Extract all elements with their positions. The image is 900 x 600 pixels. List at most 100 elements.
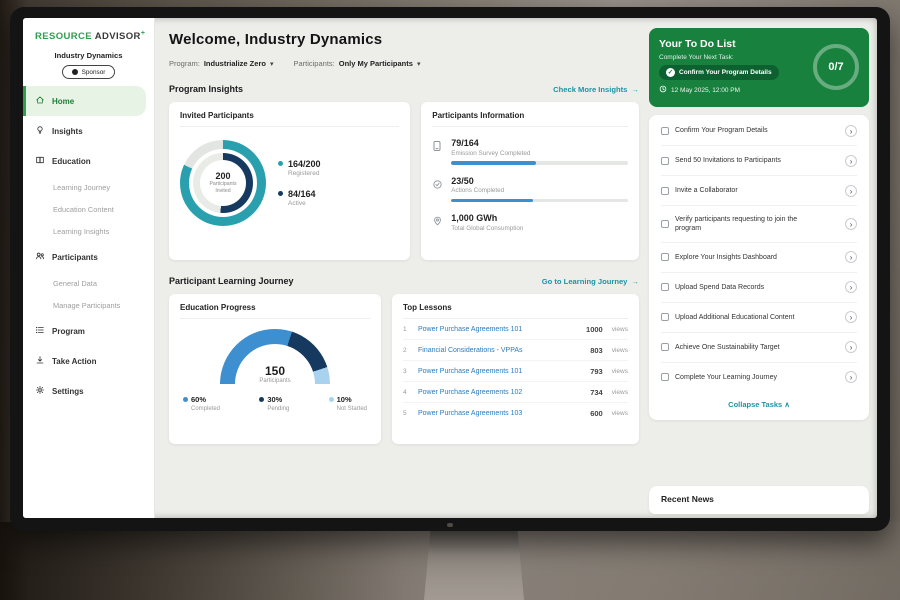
task-checkbox[interactable]: [661, 187, 669, 195]
go-to-learning-journey-link[interactable]: Go to Learning Journey →: [542, 277, 639, 286]
next-task-chip[interactable]: ✓ Confirm Your Program Details: [659, 65, 779, 80]
legend-value: 10%: [337, 395, 352, 404]
task-checkbox[interactable]: [661, 253, 669, 261]
task-row[interactable]: Upload Spend Data Records ›: [661, 273, 857, 303]
sidebar-item-label: Participants: [52, 253, 98, 262]
sidebar-item-learning-journey[interactable]: Learning Journey: [23, 176, 154, 198]
task-checkbox[interactable]: [661, 373, 669, 381]
sidebar-item-general-data[interactable]: General Data: [23, 272, 154, 294]
chevron-right-icon[interactable]: ›: [845, 251, 857, 263]
task-checkbox[interactable]: [661, 283, 669, 291]
chevron-right-icon[interactable]: ›: [845, 185, 857, 197]
lesson-views-word: views: [612, 368, 628, 375]
collapse-tasks-button[interactable]: Collapse Tasks ∧: [661, 392, 857, 418]
donut-legend: 164/200 Registered 84/164 Active: [278, 159, 321, 207]
task-checkbox[interactable]: [661, 313, 669, 321]
progress-bar-fill: [451, 199, 532, 203]
task-checkbox[interactable]: [661, 157, 669, 165]
lesson-row[interactable]: 4 Power Purchase Agreements 102 734 view…: [403, 382, 628, 403]
workspace: Welcome, Industry Dynamics Program: Indu…: [155, 18, 877, 518]
home-icon: [35, 95, 45, 107]
sidebar-item-label: Education Content: [53, 205, 114, 214]
lesson-title-link[interactable]: Power Purchase Agreements 102: [418, 389, 583, 396]
monitor-stand: [424, 524, 524, 600]
participants-filter[interactable]: Participants: Only My Participants ▾: [293, 59, 420, 68]
task-row[interactable]: Verify participants requesting to join t…: [661, 206, 857, 243]
progress-bar: [451, 161, 628, 165]
lesson-title-link[interactable]: Power Purchase Agreements 101: [418, 326, 579, 333]
info-value: 79/164: [451, 138, 628, 148]
legend-dot-completed: [183, 397, 188, 402]
sidebar-item-education[interactable]: Education: [23, 146, 154, 176]
task-label: Upload Spend Data Records: [675, 283, 813, 292]
task-checkbox[interactable]: [661, 220, 669, 228]
lesson-row[interactable]: 1 Power Purchase Agreements 101 1000 vie…: [403, 319, 628, 340]
lesson-rank: 1: [403, 326, 411, 333]
legend-item: 164/200 Registered: [278, 159, 321, 177]
sidebar-item-take-action[interactable]: Take Action: [23, 346, 154, 376]
chevron-down-icon: ▾: [417, 60, 421, 68]
lesson-views-count: 600: [590, 409, 603, 418]
participants-filter-label: Participants:: [293, 59, 334, 68]
sidebar-item-participants[interactable]: Participants: [23, 242, 154, 272]
info-label: Emission Survey Completed: [451, 150, 628, 157]
lesson-row[interactable]: 2 Financial Considerations - VPPAs 803 v…: [403, 340, 628, 361]
sidebar-item-label: Program: [52, 327, 85, 336]
task-row[interactable]: Complete Your Learning Journey ›: [661, 363, 857, 392]
legend-label: Completed: [191, 406, 220, 412]
check-more-insights-link[interactable]: Check More Insights →: [553, 85, 639, 94]
sidebar-item-program[interactable]: Program: [23, 316, 154, 346]
gauge-center: 150 Participants: [220, 364, 330, 384]
app-logo: RESOURCE ADVISOR+: [23, 18, 154, 42]
lesson-row[interactable]: 5 Power Purchase Agreements 103 600 view…: [403, 403, 628, 423]
legend-dot-registered: [278, 161, 283, 166]
chevron-right-icon[interactable]: ›: [845, 155, 857, 167]
todo-subtitle: Complete Your Next Task:: [659, 54, 807, 61]
sidebar-item-settings[interactable]: Settings: [23, 376, 154, 406]
lesson-title-link[interactable]: Financial Considerations - VPPAs: [418, 347, 583, 354]
task-row[interactable]: Send 50 Invitations to Participants ›: [661, 146, 857, 176]
task-row[interactable]: Achieve One Sustainability Target ›: [661, 333, 857, 363]
lightbulb-icon: [35, 125, 45, 137]
task-label: Upload Additional Educational Content: [675, 313, 813, 322]
card-title: Education Progress: [180, 303, 370, 319]
chevron-right-icon[interactable]: ›: [845, 371, 857, 383]
screen: RESOURCE ADVISOR+ Industry Dynamics Spon…: [23, 18, 877, 518]
book-icon: [35, 155, 45, 167]
lesson-row[interactable]: 3 Power Purchase Agreements 101 793 view…: [403, 361, 628, 382]
collapse-label: Collapse Tasks: [728, 400, 782, 409]
program-filter[interactable]: Program: Industrialize Zero ▾: [169, 59, 273, 68]
chevron-right-icon[interactable]: ›: [845, 341, 857, 353]
chevron-right-icon[interactable]: ›: [845, 281, 857, 293]
legend-item-completed: 60% Completed: [183, 395, 220, 412]
lesson-views-word: views: [612, 389, 628, 396]
sidebar-item-education-content[interactable]: Education Content: [23, 198, 154, 220]
chevron-right-icon[interactable]: ›: [845, 311, 857, 323]
legend-item-pending: 30% Pending: [259, 395, 289, 412]
task-row[interactable]: Explore Your Insights Dashboard ›: [661, 243, 857, 273]
lesson-title-link[interactable]: Power Purchase Agreements 101: [418, 368, 583, 375]
task-checkbox[interactable]: [661, 343, 669, 351]
gear-icon: [35, 385, 45, 397]
check-circle-icon: [432, 176, 443, 203]
page-title: Welcome, Industry Dynamics: [169, 31, 639, 48]
sidebar-item-manage-participants[interactable]: Manage Participants: [23, 294, 154, 316]
sidebar-item-insights[interactable]: Insights: [23, 116, 154, 146]
todo-progress-ring: 0/7: [813, 44, 859, 90]
sidebar-item-home[interactable]: Home: [23, 86, 146, 116]
lesson-views-word: views: [612, 326, 628, 333]
donut-center-value: 200: [215, 171, 230, 181]
task-row[interactable]: Invite a Collaborator ›: [661, 176, 857, 206]
program-insights-header: Program Insights Check More Insights →: [169, 84, 639, 94]
lesson-title-link[interactable]: Power Purchase Agreements 103: [418, 410, 583, 417]
sidebar-item-learning-insights[interactable]: Learning Insights: [23, 220, 154, 242]
legend-value: 30%: [267, 395, 282, 404]
sponsor-icon: [72, 69, 78, 75]
task-row[interactable]: Upload Additional Educational Content ›: [661, 303, 857, 333]
task-label: Confirm Your Program Details: [675, 126, 813, 135]
task-checkbox[interactable]: [661, 127, 669, 135]
chevron-right-icon[interactable]: ›: [845, 125, 857, 137]
chevron-right-icon[interactable]: ›: [845, 218, 857, 230]
main-content: Welcome, Industry Dynamics Program: Indu…: [169, 18, 639, 518]
task-row[interactable]: Confirm Your Program Details ›: [661, 116, 857, 146]
